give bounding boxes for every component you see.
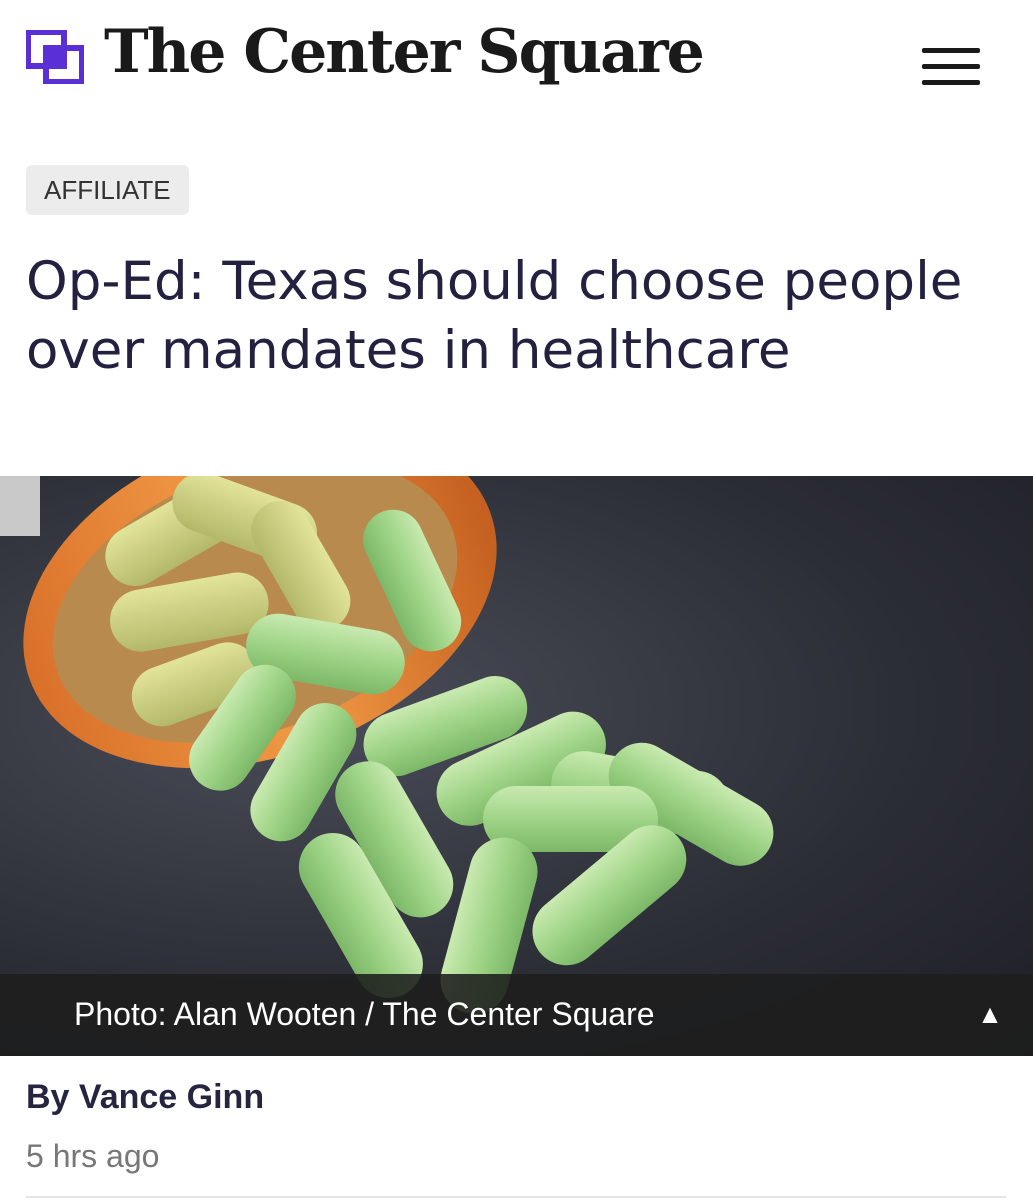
photo-caption-bar: Photo: Alan Wooten / The Center Square ▲	[0, 974, 1033, 1056]
pill-bottle-illustration	[0, 476, 774, 1014]
publish-time: 5 hrs ago	[26, 1138, 160, 1174]
author-byline[interactable]: By Vance Ginn	[26, 1078, 264, 1117]
article-headline: Op-Ed: Texas should choose people over m…	[26, 251, 963, 381]
category-badge[interactable]: AFFILIATE	[26, 165, 189, 215]
site-header: The Center Square	[0, 0, 1033, 135]
site-title[interactable]: The Center Square	[104, 16, 705, 88]
photo-caption: Photo: Alan Wooten / The Center Square	[74, 996, 655, 1032]
article-photo: Photo: Alan Wooten / The Center Square ▲	[0, 476, 1033, 1056]
divider	[26, 1196, 1006, 1198]
logo-icon[interactable]	[25, 29, 85, 85]
hamburger-menu-icon[interactable]	[914, 40, 984, 92]
caption-collapse-icon[interactable]: ▲	[970, 992, 1010, 1036]
